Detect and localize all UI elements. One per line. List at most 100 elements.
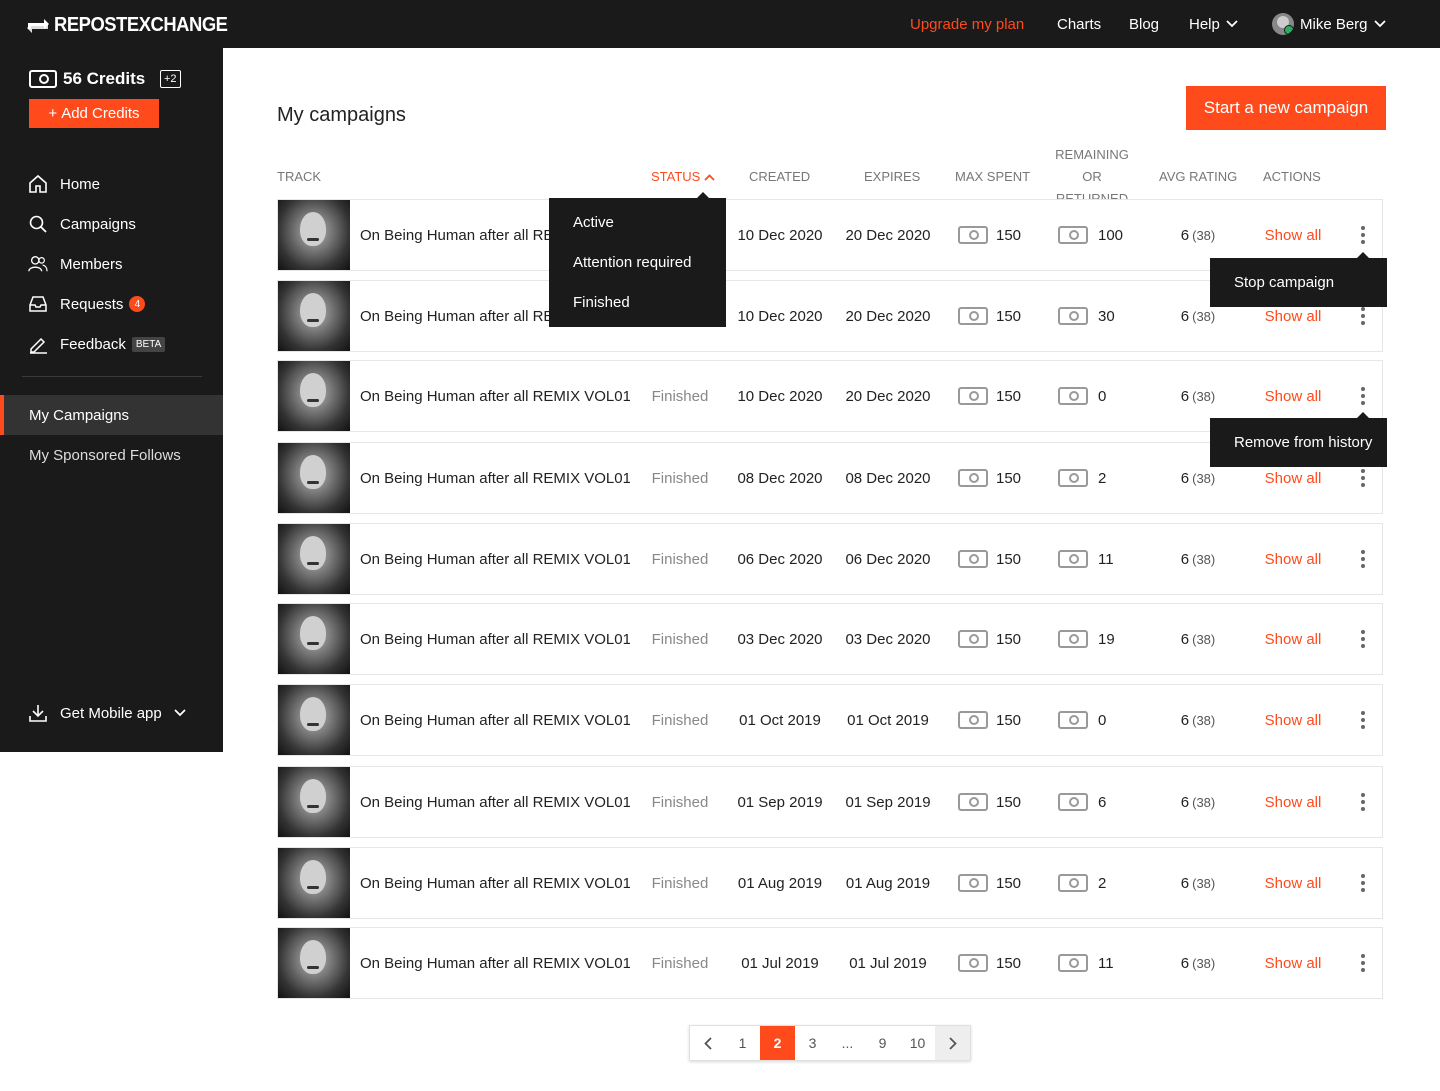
column-header-max-spent[interactable]: MAX SPENT [955, 166, 1030, 188]
max-spent: 150 [958, 361, 1038, 431]
max-spent-value: 150 [996, 387, 1022, 405]
more-actions-button[interactable] [1348, 928, 1378, 998]
table-row: On Being Human after all REMIX VOL01 ...… [277, 603, 1383, 675]
credits-icon [958, 387, 988, 405]
status-value: Finished [651, 469, 709, 487]
credits-icon [958, 307, 988, 325]
sidebar-item-my-campaigns[interactable]: My Campaigns [0, 395, 223, 435]
credits-icon [958, 630, 988, 648]
show-all-link[interactable]: Show all [1258, 604, 1328, 674]
track-artwork[interactable] [278, 443, 350, 513]
track-artwork[interactable] [278, 361, 350, 431]
track-artwork[interactable] [278, 928, 350, 998]
sidebar-item-requests[interactable]: Requests 4 [0, 284, 223, 324]
track-title[interactable]: On Being Human after all REMIX VOL01 ... [360, 361, 630, 431]
sidebar-item-label: Home [60, 175, 101, 193]
sidebar-item-campaigns[interactable]: Campaigns [0, 204, 223, 244]
logo[interactable]: REPOSTEXCHANGE [26, 14, 243, 37]
column-header-avg-rating[interactable]: AVG RATING [1159, 166, 1237, 188]
show-all-link[interactable]: Show all [1258, 928, 1328, 998]
rating-value: 6 [1180, 469, 1190, 487]
chevron-left-icon [703, 1036, 712, 1050]
max-spent-value: 150 [996, 469, 1022, 487]
download-icon [29, 705, 47, 722]
chevron-right-icon [948, 1036, 957, 1050]
track-artwork[interactable] [278, 200, 350, 270]
page-button[interactable]: 3 [795, 1026, 830, 1060]
more-actions-button[interactable] [1348, 685, 1378, 755]
remaining-value: 11 [1098, 550, 1114, 568]
prev-page-button[interactable] [690, 1026, 725, 1060]
remaining-value: 11 [1098, 954, 1114, 972]
column-header-expires[interactable]: EXPIRES [864, 166, 920, 188]
status-option-attention-required[interactable]: Attention required [549, 242, 726, 282]
track-title[interactable]: On Being Human after all REMIX VOL01 ... [360, 928, 630, 998]
credits-icon [958, 550, 988, 568]
more-actions-button[interactable] [1348, 848, 1378, 918]
more-actions-button[interactable] [1348, 767, 1378, 837]
user-menu[interactable]: Mike Berg [1272, 0, 1386, 48]
track-artwork[interactable] [278, 604, 350, 674]
track-title[interactable]: On Being Human after all REMIX VOL01 ... [360, 685, 630, 755]
status-value: Finished [651, 874, 709, 892]
expires-date: 08 Dec 2020 [845, 469, 931, 487]
track-artwork[interactable] [278, 685, 350, 755]
track-title[interactable]: On Being Human after all REMIX VOL01 ... [360, 604, 630, 674]
track-artwork[interactable] [278, 767, 350, 837]
track-title[interactable]: On Being Human after all REMIX VOL01 ... [360, 767, 630, 837]
remaining-value: 100 [1098, 226, 1124, 244]
sidebar-item-my-sponsored-follows[interactable]: My Sponsored Follows [0, 435, 223, 475]
blog-link[interactable]: Blog [1129, 0, 1159, 48]
show-all-link[interactable]: Show all [1258, 524, 1328, 594]
stop-campaign-menu-item[interactable]: Stop campaign [1210, 252, 1387, 307]
max-spent: 150 [958, 604, 1038, 674]
page-button-current[interactable]: 2 [760, 1026, 795, 1060]
track-artwork[interactable] [278, 848, 350, 918]
sidebar: 56 Credits +2 + Add Credits Home Campaig… [0, 48, 223, 752]
start-new-campaign-button[interactable]: Start a new campaign [1186, 86, 1386, 130]
avatar [1272, 13, 1294, 35]
next-page-button[interactable] [935, 1026, 970, 1060]
page-button[interactable]: 9 [865, 1026, 900, 1060]
upgrade-plan-link[interactable]: Upgrade my plan [910, 0, 1024, 48]
created-date: 01 Sep 2019 [737, 793, 823, 811]
rating-count: (38) [1192, 875, 1216, 891]
track-title[interactable]: On Being Human after all REMIX VOL01 ... [360, 848, 630, 918]
help-menu[interactable]: Help [1189, 0, 1238, 48]
more-actions-button[interactable] [1348, 604, 1378, 674]
max-spent: 150 [958, 685, 1038, 755]
status-option-finished[interactable]: Finished [549, 282, 726, 322]
sidebar-item-members[interactable]: Members [0, 244, 223, 284]
max-spent-value: 150 [996, 954, 1022, 972]
column-header-created[interactable]: CREATED [749, 166, 810, 188]
remaining: 0 [1058, 361, 1148, 431]
remaining-value: 2 [1098, 874, 1107, 892]
more-vertical-icon [1361, 387, 1365, 405]
sidebar-item-home[interactable]: Home [0, 164, 223, 204]
column-header-actions: ACTIONS [1263, 169, 1321, 184]
show-all-link[interactable]: Show all [1258, 767, 1328, 837]
rating-value: 6 [1180, 954, 1190, 972]
credits-icon [958, 793, 988, 811]
track-title[interactable]: On Being Human after all REMIX VOL01 ... [360, 524, 630, 594]
sidebar-item-label: Requests [60, 295, 124, 313]
page-button[interactable]: 10 [900, 1026, 935, 1060]
sidebar-item-feedback[interactable]: Feedback BETA [0, 324, 223, 364]
more-actions-button[interactable] [1348, 524, 1378, 594]
charts-link[interactable]: Charts [1057, 0, 1101, 48]
track-artwork[interactable] [278, 524, 350, 594]
remaining: 100 [1058, 200, 1148, 270]
track-artwork[interactable] [278, 281, 350, 351]
show-all-link[interactable]: Show all [1258, 848, 1328, 918]
add-credits-button[interactable]: + Add Credits [29, 99, 159, 128]
get-mobile-app-menu[interactable]: Get Mobile app [28, 703, 186, 723]
track-title[interactable]: On Being Human after all REMIX VOL01 ... [360, 443, 630, 513]
remaining: 6 [1058, 767, 1148, 837]
remove-from-history-menu-item[interactable]: Remove from history [1210, 412, 1387, 467]
column-header-status[interactable]: STATUS [651, 166, 715, 188]
mobile-app-label: Get Mobile app [60, 704, 162, 722]
show-all-link[interactable]: Show all [1258, 685, 1328, 755]
user-name: Mike Berg [1300, 15, 1368, 33]
page-button[interactable]: 1 [725, 1026, 760, 1060]
status-option-active[interactable]: Active [549, 202, 726, 242]
